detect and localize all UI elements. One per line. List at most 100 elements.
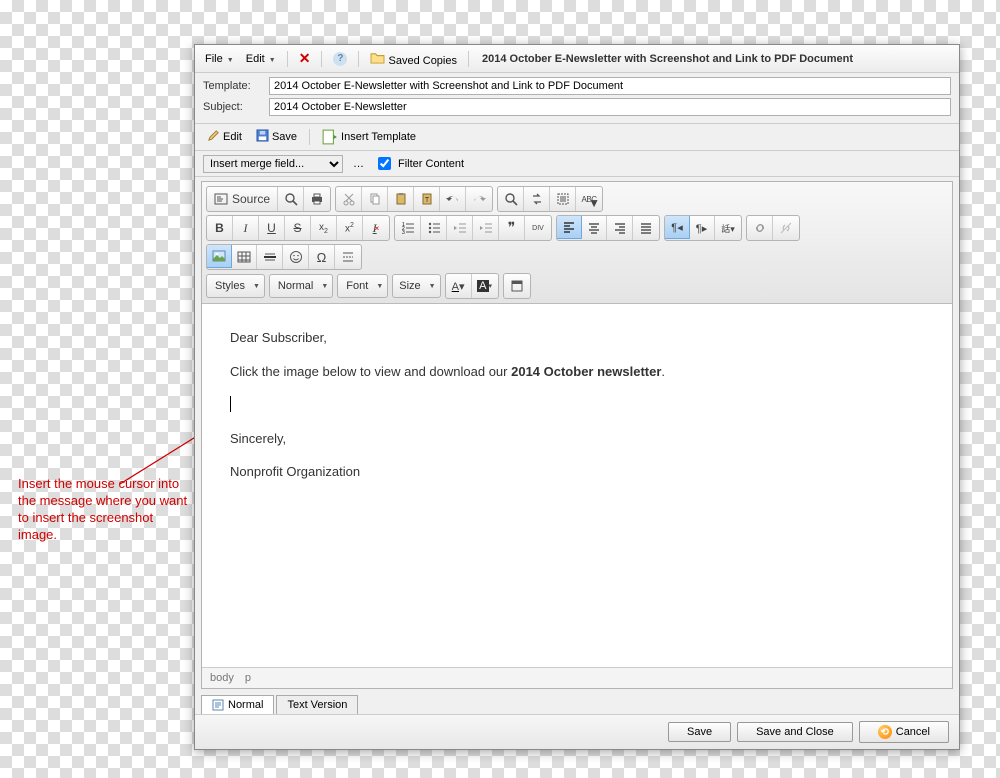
body-line1-part3: . — [661, 364, 665, 379]
dialog-cancel-button[interactable]: ⟲ Cancel — [859, 721, 949, 743]
chevron-down-icon: ▼ — [588, 196, 600, 210]
edit-button[interactable]: Edit — [203, 127, 246, 147]
quote-icon: ❞ — [508, 220, 516, 237]
format-combo[interactable]: Normal▼ — [269, 274, 333, 298]
save-button[interactable]: Save — [252, 127, 301, 147]
preview-button[interactable] — [278, 187, 304, 211]
size-combo[interactable]: Size▼ — [392, 274, 440, 298]
copy-button[interactable] — [362, 187, 388, 211]
language-button[interactable]: 話▾ — [715, 216, 741, 240]
superscript-icon: x2 — [345, 222, 354, 234]
redo-button[interactable] — [466, 187, 492, 211]
bulleted-list-button[interactable] — [421, 216, 447, 240]
pencil-icon — [207, 129, 220, 145]
saved-copies-button[interactable]: Saved Copies — [366, 49, 461, 69]
image-button[interactable] — [206, 244, 232, 268]
dialog-save-button[interactable]: Save — [668, 722, 731, 742]
editor-elements-path: body p — [202, 667, 952, 688]
superscript-button[interactable]: x2 — [337, 216, 363, 240]
source-button[interactable]: Source — [207, 187, 278, 211]
chevron-down-icon: ▼ — [376, 283, 383, 290]
merge-field-select[interactable]: Insert merge field... — [203, 155, 343, 173]
body-line1-part1: Click the image below to view and downlo… — [230, 364, 511, 379]
paste-text-button[interactable]: T — [414, 187, 440, 211]
chevron-down-icon: ▼ — [227, 57, 234, 64]
link-button[interactable] — [747, 216, 773, 240]
bold-button[interactable]: B — [207, 216, 233, 240]
page-break-button[interactable] — [335, 245, 361, 269]
search-icon — [504, 192, 518, 206]
bg-color-button[interactable]: A▾ — [472, 274, 498, 298]
rich-text-editor: Source T A — [201, 181, 953, 689]
editor-content-area[interactable]: Dear Subscriber, Click the image below t… — [202, 304, 952, 667]
unlink-button[interactable] — [773, 216, 799, 240]
styles-combo[interactable]: Styles▼ — [206, 274, 265, 298]
div-button[interactable]: DIV — [525, 216, 551, 240]
editor-toolbar: Source T A — [202, 182, 952, 304]
svg-text:T: T — [424, 197, 429, 204]
maximize-button[interactable] — [504, 274, 530, 298]
spellcheck-button[interactable]: ABC ▼ — [576, 187, 602, 211]
paste-button[interactable] — [388, 187, 414, 211]
blockquote-button[interactable]: ❞ — [499, 216, 525, 240]
rtl-button[interactable]: ¶▸ — [689, 216, 715, 240]
subscript-button[interactable]: x2 — [311, 216, 337, 240]
insert-template-button[interactable]: Insert Template — [318, 127, 420, 147]
align-center-button[interactable] — [581, 216, 607, 240]
path-p[interactable]: p — [245, 672, 251, 684]
cancel-icon: ⟲ — [878, 725, 892, 739]
delete-button[interactable]: ✕ — [295, 48, 315, 69]
special-char-button[interactable]: Ω — [309, 245, 335, 269]
tab-text-label: Text Version — [287, 699, 347, 711]
select-all-icon — [556, 192, 570, 206]
numbered-list-button[interactable]: 123 — [395, 216, 421, 240]
bold-icon: B — [215, 221, 224, 235]
print-button[interactable] — [304, 187, 330, 211]
italic-button[interactable]: I — [233, 216, 259, 240]
separator — [287, 51, 288, 67]
replace-button[interactable] — [524, 187, 550, 211]
edit-menu[interactable]: Edit ▼ — [242, 51, 280, 67]
undo-button[interactable] — [440, 187, 466, 211]
remove-format-button[interactable]: I× — [363, 216, 389, 240]
cut-button[interactable] — [336, 187, 362, 211]
path-body[interactable]: body — [210, 672, 234, 684]
file-menu[interactable]: File ▼ — [201, 51, 238, 67]
table-button[interactable] — [231, 245, 257, 269]
font-combo[interactable]: Font▼ — [337, 274, 388, 298]
tab-text-version[interactable]: Text Version — [276, 695, 358, 714]
filter-content-input[interactable] — [378, 157, 391, 170]
ltr-button[interactable]: ¶◂ — [664, 215, 690, 239]
omega-icon: Ω — [317, 250, 327, 265]
tab-normal[interactable]: Normal — [201, 695, 274, 714]
filter-content-checkbox[interactable]: Filter Content — [374, 154, 464, 173]
template-input[interactable] — [269, 77, 951, 95]
align-right-button[interactable] — [607, 216, 633, 240]
dialog-save-close-label: Save and Close — [756, 726, 834, 738]
smiley-button[interactable] — [283, 245, 309, 269]
greeting-text: Dear Subscriber, — [230, 330, 327, 345]
select-all-button[interactable] — [550, 187, 576, 211]
dialog-buttons: Save Save and Close ⟲ Cancel — [195, 714, 959, 749]
italic-icon: I — [244, 221, 248, 236]
subject-label: Subject: — [203, 101, 261, 113]
hr-button[interactable] — [257, 245, 283, 269]
dialog-save-close-button[interactable]: Save and Close — [737, 722, 853, 742]
align-left-button[interactable] — [556, 215, 582, 239]
source-icon — [214, 192, 228, 206]
help-button[interactable]: ? — [329, 50, 351, 68]
underline-button[interactable]: U — [259, 216, 285, 240]
text-color-button[interactable]: A▾ — [446, 274, 472, 298]
source-label: Source — [232, 192, 270, 206]
outdent-button[interactable] — [447, 216, 473, 240]
closing-text: Sincerely, — [230, 431, 286, 446]
find-button[interactable] — [498, 187, 524, 211]
body-line1-bold: 2014 October newsletter — [511, 364, 661, 379]
strike-button[interactable]: S — [285, 216, 311, 240]
indent-icon — [479, 221, 493, 235]
indent-button[interactable] — [473, 216, 499, 240]
separator — [321, 51, 322, 67]
subject-input[interactable] — [269, 98, 951, 116]
underline-icon: U — [267, 221, 276, 235]
align-justify-button[interactable] — [633, 216, 659, 240]
